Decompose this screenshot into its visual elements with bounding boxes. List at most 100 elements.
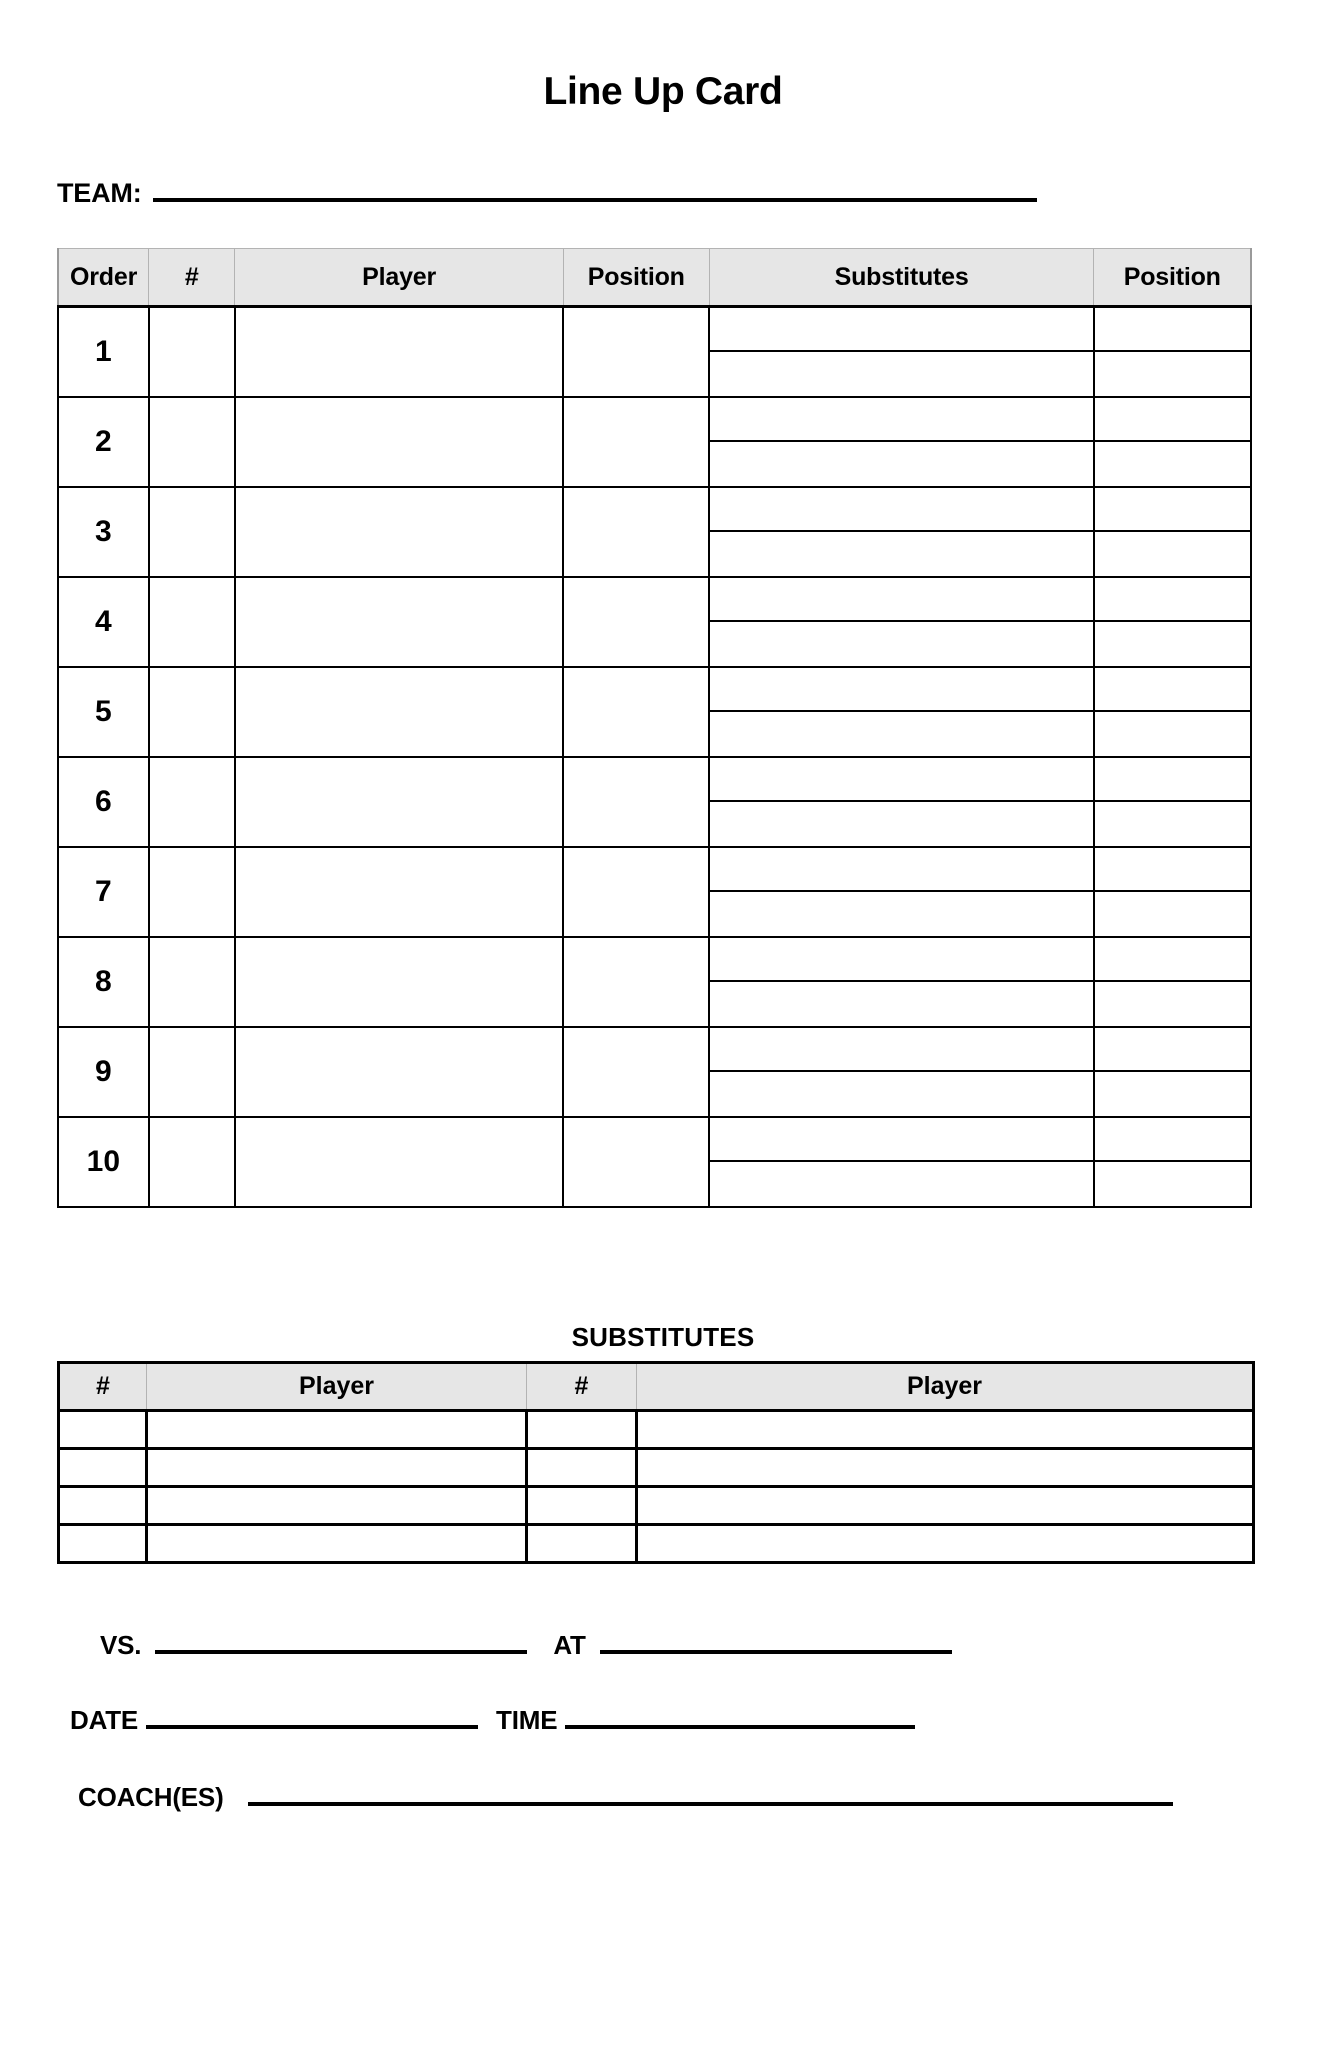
player-cell[interactable] [233, 936, 565, 1028]
number-cell[interactable] [147, 756, 236, 848]
sub-position-cell-slot[interactable] [1095, 622, 1250, 666]
sub-position-cell-slot[interactable] [1095, 802, 1250, 846]
sub-position-cell-slot[interactable] [1094, 1028, 1250, 1072]
substitutes-cell [708, 396, 1095, 488]
sub-position-cell-slot[interactable] [1095, 532, 1250, 576]
substitutes-cell-slot[interactable] [710, 622, 1093, 666]
sub-position-cell-slot[interactable] [1094, 848, 1250, 892]
substitutes-cell-slot[interactable] [710, 1118, 1093, 1162]
sub-position-cell-slot[interactable] [1094, 938, 1250, 982]
substitutes-cell-slot[interactable] [710, 308, 1093, 352]
coach-input-line[interactable] [247, 1786, 1173, 1806]
number-cell[interactable] [147, 936, 236, 1028]
substitutes-cell-slot[interactable] [710, 892, 1093, 936]
sub-position-cell-slot[interactable] [1094, 668, 1250, 712]
number-cell[interactable] [147, 576, 236, 668]
subs-player-cell-2[interactable] [635, 1485, 1255, 1526]
position-cell[interactable] [562, 846, 711, 938]
subs-player-cell-2[interactable] [635, 1409, 1255, 1450]
substitutes-cell-slot[interactable] [710, 1162, 1093, 1206]
position-cell[interactable] [562, 1116, 711, 1208]
position-cell[interactable] [562, 396, 711, 488]
sub-position-cell-slot[interactable] [1094, 488, 1250, 532]
player-cell[interactable] [233, 1026, 565, 1118]
subs-player-cell-2[interactable] [635, 1523, 1255, 1564]
date-input-line[interactable] [146, 1709, 479, 1729]
subs-player-cell-1[interactable] [145, 1447, 528, 1488]
position-cell[interactable] [562, 936, 711, 1028]
sub-position-cell-slot[interactable] [1095, 442, 1250, 486]
order-cell: 7 [57, 846, 150, 938]
substitutes-cell-slot[interactable] [710, 938, 1093, 982]
at-input-line[interactable] [599, 1634, 952, 1654]
sub-position-cell-slot[interactable] [1095, 352, 1250, 396]
subs-number-cell-1[interactable] [57, 1409, 148, 1450]
substitutes-cell-slot[interactable] [710, 1072, 1093, 1116]
number-cell[interactable] [147, 666, 236, 758]
substitutes-cell-slot[interactable] [710, 578, 1093, 622]
sub-position-cell-slot[interactable] [1095, 982, 1250, 1026]
team-input-line[interactable] [153, 180, 1037, 202]
substitutes-cell-slot[interactable] [710, 488, 1093, 532]
sub-position-cell-slot[interactable] [1094, 1118, 1250, 1162]
player-cell[interactable] [233, 846, 565, 938]
number-cell[interactable] [147, 305, 236, 398]
substitutes-cell-slot[interactable] [710, 982, 1093, 1026]
player-cell[interactable] [233, 305, 565, 398]
page-title: Line Up Card [543, 70, 783, 113]
sub-position-cell-slot[interactable] [1095, 712, 1250, 756]
position-cell[interactable] [562, 486, 711, 578]
position-cell[interactable] [562, 1026, 711, 1118]
sub-position-cell-slot[interactable] [1094, 308, 1250, 352]
sub-position-cell-slot[interactable] [1095, 1072, 1250, 1116]
subs-number-cell-2[interactable] [525, 1409, 638, 1450]
substitutes-cell-slot[interactable] [710, 532, 1093, 576]
number-cell[interactable] [147, 1026, 236, 1118]
number-cell[interactable] [147, 486, 236, 578]
player-cell[interactable] [233, 486, 565, 578]
substitutes-cell-slot[interactable] [710, 668, 1093, 712]
subs-number-cell-2[interactable] [525, 1447, 638, 1488]
player-cell[interactable] [233, 666, 565, 758]
subs-player-cell-2[interactable] [635, 1447, 1255, 1488]
number-cell[interactable] [147, 396, 236, 488]
position-cell[interactable] [562, 666, 711, 758]
player-cell[interactable] [233, 756, 565, 848]
player-cell[interactable] [233, 396, 565, 488]
player-cell[interactable] [233, 576, 565, 668]
subs-player-cell-1[interactable] [145, 1409, 528, 1450]
substitutes-cell-slot[interactable] [710, 442, 1093, 486]
position-cell[interactable] [562, 305, 711, 398]
position-cell[interactable] [562, 756, 711, 848]
substitutes-cell-slot[interactable] [710, 802, 1093, 846]
substitutes-cell-slot[interactable] [710, 848, 1093, 892]
subs-player-cell-1[interactable] [145, 1523, 528, 1564]
substitutes-cell-slot[interactable] [710, 712, 1093, 756]
table-row: 4 [57, 576, 1253, 668]
substitutes-cell [708, 305, 1095, 398]
substitutes-cell-slot[interactable] [710, 758, 1093, 802]
sub-position-cell-slot[interactable] [1095, 1162, 1250, 1206]
time-input-line[interactable] [565, 1709, 916, 1729]
sub-position-cell [1092, 666, 1253, 758]
subs-number-cell-2[interactable] [525, 1485, 638, 1526]
subs-number-cell-2[interactable] [525, 1523, 638, 1564]
substitutes-cell-slot[interactable] [710, 352, 1093, 396]
substitutes-cell-slot[interactable] [710, 1028, 1093, 1072]
number-cell[interactable] [147, 846, 236, 938]
subs-player-cell-1[interactable] [145, 1485, 528, 1526]
vs-input-line[interactable] [155, 1634, 528, 1654]
substitutes-cell-slot[interactable] [710, 398, 1093, 442]
player-cell[interactable] [233, 1116, 565, 1208]
subs-number-cell-1[interactable] [57, 1523, 148, 1564]
subs-number-cell-1[interactable] [57, 1447, 148, 1488]
sub-position-cell-slot[interactable] [1094, 578, 1250, 622]
sub-position-cell-slot[interactable] [1095, 892, 1250, 936]
sub-position-cell-slot[interactable] [1094, 758, 1250, 802]
sub-position-cell-slot[interactable] [1094, 398, 1250, 442]
subs-number-cell-1[interactable] [57, 1485, 148, 1526]
subs-header-player-2: Player [636, 1361, 1255, 1412]
order-cell: 2 [57, 396, 150, 488]
number-cell[interactable] [147, 1116, 236, 1208]
position-cell[interactable] [562, 576, 711, 668]
